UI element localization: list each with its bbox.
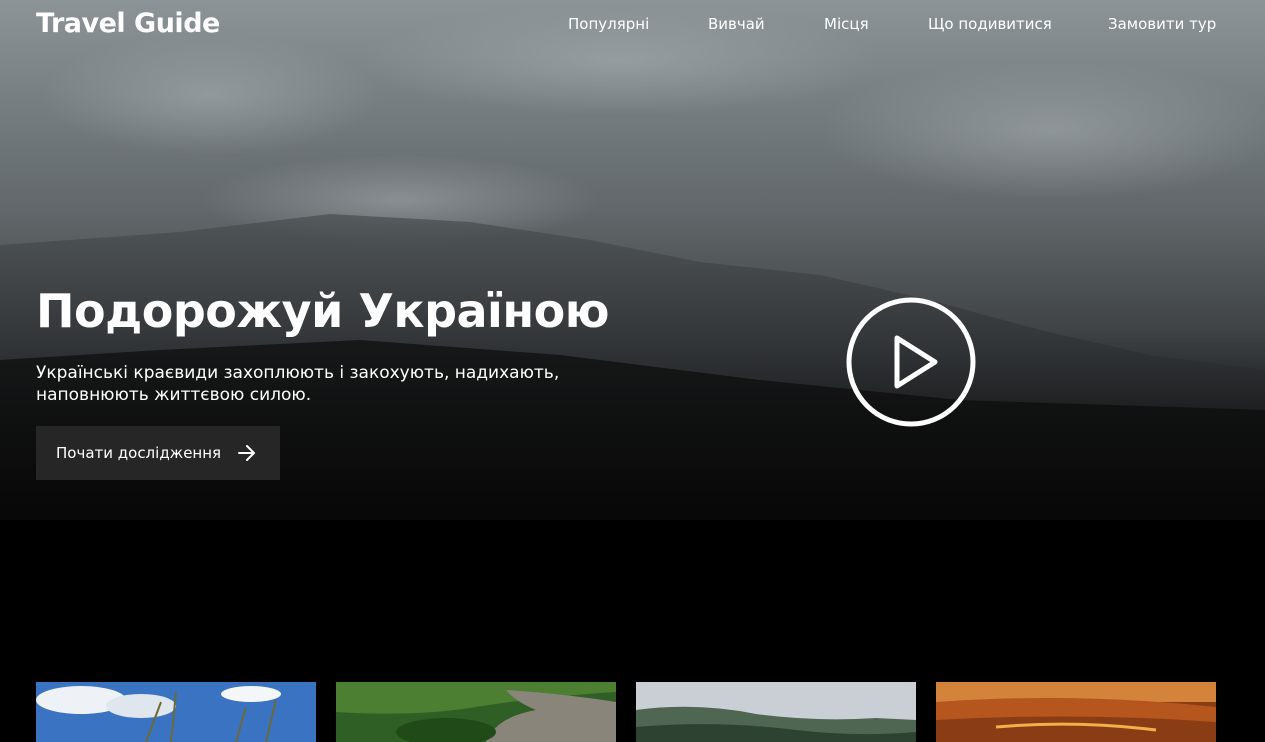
nav-item-explore[interactable]: Вивчай bbox=[708, 15, 765, 33]
card-image-mountains bbox=[636, 682, 916, 742]
start-exploring-label: Почати дослідження bbox=[56, 444, 222, 462]
nav-item-what-to-see[interactable]: Що подивитися bbox=[928, 15, 1052, 33]
main-nav: Популярні Вивчай Місця Що подивитися Зам… bbox=[0, 15, 1265, 35]
destination-card-mountains[interactable] bbox=[636, 682, 916, 742]
card-image-sky bbox=[36, 682, 316, 742]
destination-card-sunset[interactable] bbox=[936, 682, 1216, 742]
card-image-sunset bbox=[936, 682, 1216, 742]
nav-item-book-tour[interactable]: Замовити тур bbox=[1108, 15, 1216, 33]
card-image-forest bbox=[336, 682, 616, 742]
hero-title: Подорожуй Україною bbox=[36, 284, 609, 338]
hero-subtitle: Українські краєвиди захоплюють і закохую… bbox=[36, 363, 560, 405]
destination-card-sky[interactable] bbox=[36, 682, 316, 742]
destination-card-forest[interactable] bbox=[336, 682, 616, 742]
nav-item-popular[interactable]: Популярні bbox=[568, 15, 649, 33]
nav-item-places[interactable]: Місця bbox=[824, 15, 869, 33]
play-icon[interactable] bbox=[845, 296, 977, 428]
site-header: Travel Guide Популярні Вивчай Місця Що п… bbox=[0, 0, 1265, 50]
arrow-right-icon bbox=[238, 445, 255, 461]
